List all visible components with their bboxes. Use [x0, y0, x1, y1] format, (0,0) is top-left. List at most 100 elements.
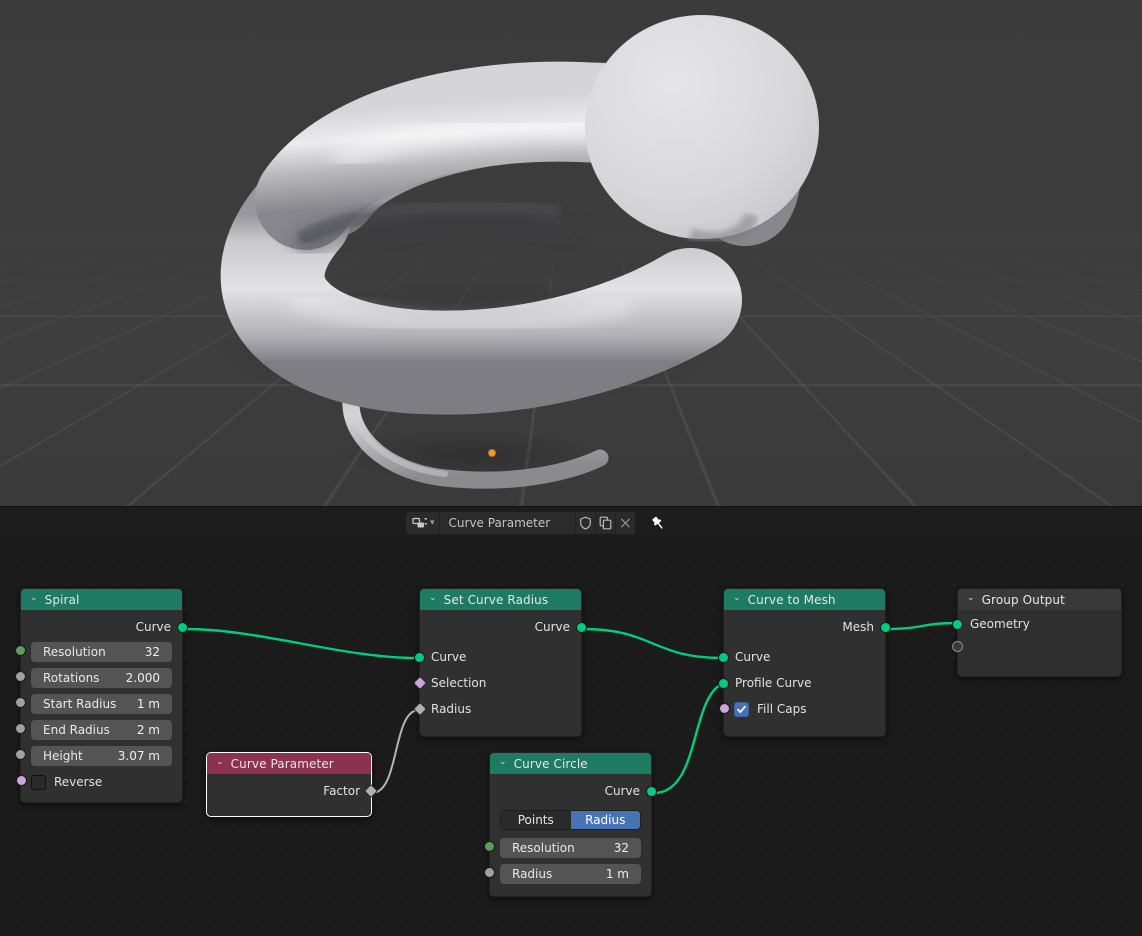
widget-label: Height	[43, 749, 83, 763]
pin-button[interactable]	[647, 512, 669, 534]
node-curve-circle[interactable]: ⌄ Curve Circle Curve Points Radius Resol…	[489, 752, 652, 897]
node-spiral-header[interactable]: ⌄ Spiral	[21, 589, 182, 610]
node-curve-circle-header[interactable]: ⌄ Curve Circle	[490, 753, 651, 774]
chevron-down-icon[interactable]: ⌄	[216, 758, 224, 767]
widget-row-fill-caps[interactable]: Fill Caps	[724, 696, 885, 722]
chevron-down-icon[interactable]: ⌄	[429, 594, 437, 603]
socket-rotations-input[interactable]	[15, 671, 26, 682]
chevron-down-icon[interactable]: ⌄	[499, 758, 507, 767]
widget-label: Radius	[512, 867, 552, 881]
socket-resolution-input[interactable]	[484, 841, 495, 852]
socket-row-group-new[interactable]	[958, 636, 1121, 660]
chevron-down-icon[interactable]: ⌄	[967, 594, 975, 603]
socket-start-radius-input[interactable]	[15, 697, 26, 708]
widget-row-end-radius[interactable]: End Radius 2 m	[21, 718, 182, 742]
socket-resolution-input[interactable]	[15, 645, 26, 656]
node-curve-to-mesh-header[interactable]: ⌄ Curve to Mesh	[724, 589, 885, 610]
socket-row-scr-radius[interactable]: Radius	[420, 696, 581, 722]
node-curve-parameter[interactable]: ⌄ Curve Parameter Factor	[206, 752, 372, 817]
socket-row-group-geometry[interactable]: Geometry	[958, 612, 1121, 636]
link-curveparameter-to-radius	[372, 710, 419, 793]
unlink-data-button[interactable]	[615, 512, 635, 534]
widget-row-cc-resolution[interactable]: Resolution 32	[490, 836, 651, 860]
socket-label: Profile Curve	[735, 676, 812, 690]
node-curve-to-mesh-title: Curve to Mesh	[748, 593, 836, 607]
spiral-mesh-object[interactable]	[0, 0, 1142, 506]
node-curve-parameter-title: Curve Parameter	[231, 757, 334, 771]
close-icon	[619, 516, 632, 530]
socket-row-ctm-curve[interactable]: Curve	[724, 644, 885, 670]
node-spiral[interactable]: ⌄ Spiral Curve Resolution 32 Rotations 2…	[20, 588, 183, 803]
socket-row-cc-curve-out[interactable]: Curve	[490, 778, 651, 804]
socket-new-input[interactable]	[952, 641, 963, 652]
socket-row-scr-selection[interactable]: Selection	[420, 670, 581, 696]
socket-fill-caps-input[interactable]	[719, 703, 730, 714]
mode-option-points[interactable]: Points	[501, 811, 571, 829]
node-curve-circle-title: Curve Circle	[514, 757, 588, 771]
node-set-curve-radius-header[interactable]: ⌄ Set Curve Radius	[420, 589, 581, 610]
socket-height-input[interactable]	[15, 749, 26, 760]
widget-resolution[interactable]: Resolution 32	[31, 642, 172, 662]
socket-radius-input[interactable]	[413, 702, 427, 716]
fake-user-button[interactable]	[575, 512, 595, 534]
shield-icon	[579, 516, 592, 530]
socket-row-ctm-profile-curve[interactable]: Profile Curve	[724, 670, 885, 696]
widget-row-resolution[interactable]: Resolution 32	[21, 640, 182, 664]
chevron-down-icon[interactable]: ⌄	[30, 594, 38, 603]
check-icon	[736, 704, 747, 715]
mode-option-radius[interactable]: Radius	[571, 811, 641, 829]
node-tree-browse-button[interactable]: ▾	[406, 512, 439, 534]
socket-row-ctm-mesh-out[interactable]: Mesh	[724, 614, 885, 640]
socket-mesh-output[interactable]	[880, 622, 891, 633]
socket-radius-input[interactable]	[484, 867, 495, 878]
socket-profile-curve-input[interactable]	[718, 678, 729, 689]
widget-row-start-radius[interactable]: Start Radius 1 m	[21, 692, 182, 716]
widget-row-cc-radius[interactable]: Radius 1 m	[490, 862, 651, 886]
socket-row-scr-curve-out[interactable]: Curve	[420, 614, 581, 640]
node-group-output-header[interactable]: ⌄ Group Output	[958, 589, 1121, 610]
widget-row-rotations[interactable]: Rotations 2.000	[21, 666, 182, 690]
widget-radius[interactable]: Radius 1 m	[500, 864, 641, 884]
socket-row-spiral-curve-out[interactable]: Curve	[21, 614, 182, 640]
socket-reverse-input[interactable]	[16, 775, 27, 786]
widget-label: Start Radius	[43, 697, 116, 711]
widget-value: 2 m	[137, 723, 160, 737]
new-node-tree-button[interactable]	[595, 512, 615, 534]
widget-end-radius[interactable]: End Radius 2 m	[31, 720, 172, 740]
node-set-curve-radius[interactable]: ⌄ Set Curve Radius Curve Curve Selection…	[419, 588, 582, 737]
widget-label: Resolution	[512, 841, 575, 855]
socket-curve-output[interactable]	[177, 622, 188, 633]
socket-selection-input[interactable]	[413, 676, 427, 690]
socket-curve-input[interactable]	[718, 652, 729, 663]
chevron-down-icon[interactable]: ⌄	[733, 594, 741, 603]
widget-rotations[interactable]: Rotations 2.000	[31, 668, 172, 688]
socket-label: Selection	[431, 676, 486, 690]
widget-resolution[interactable]: Resolution 32	[500, 838, 641, 858]
socket-row-scr-curve-in[interactable]: Curve	[420, 644, 581, 670]
socket-geometry-input[interactable]	[952, 619, 963, 630]
checkbox-fill-caps[interactable]	[734, 702, 749, 717]
socket-label: Curve	[136, 620, 171, 634]
socket-end-radius-input[interactable]	[15, 723, 26, 734]
widget-row-height[interactable]: Height 3.07 m	[21, 744, 182, 768]
socket-curve-output[interactable]	[576, 622, 587, 633]
mode-selector-curve-circle[interactable]: Points Radius	[490, 808, 651, 832]
node-editor-canvas[interactable]: ⌄ Spiral Curve Resolution 32 Rotations 2…	[0, 539, 1142, 936]
viewport-3d[interactable]	[0, 0, 1142, 506]
socket-factor-output[interactable]	[364, 784, 378, 798]
widget-label: End Radius	[43, 723, 110, 737]
widget-value: 32	[614, 841, 629, 855]
node-tree-name-field[interactable]: Curve Parameter	[439, 512, 575, 534]
socket-row-cp-factor[interactable]: Factor	[207, 778, 371, 804]
checkbox-reverse[interactable]	[31, 775, 46, 790]
socket-curve-input[interactable]	[414, 652, 425, 663]
widget-start-radius[interactable]: Start Radius 1 m	[31, 694, 172, 714]
link-curvecircle-to-profilecurve	[654, 684, 722, 793]
widget-row-reverse[interactable]: Reverse	[21, 770, 182, 794]
socket-curve-output[interactable]	[646, 786, 657, 797]
node-group-output[interactable]: ⌄ Group Output Geometry	[957, 588, 1122, 677]
node-curve-parameter-header[interactable]: ⌄ Curve Parameter	[207, 753, 371, 774]
node-curve-to-mesh[interactable]: ⌄ Curve to Mesh Mesh Curve Profile Curve	[723, 588, 886, 737]
widget-height[interactable]: Height 3.07 m	[31, 746, 172, 766]
copy-icon	[599, 516, 612, 530]
